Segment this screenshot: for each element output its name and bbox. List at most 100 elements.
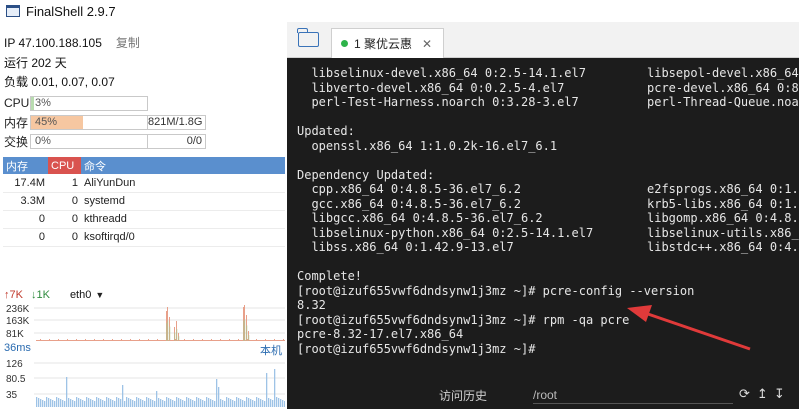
net-upload-bar: [215, 340, 216, 341]
terminal-line-text: gcc.x86_64 0:4.8.5-36.el7_6.2: [297, 196, 521, 211]
close-icon[interactable]: ✕: [422, 37, 432, 51]
latency-bar: [212, 400, 214, 407]
upload-icon[interactable]: ↥: [757, 386, 768, 402]
terminal-line-text-col2: pcre-devel.x86_64 0:8.: [647, 80, 799, 95]
cpu-meter-fill: [31, 96, 35, 110]
net-upload-bar: [57, 340, 58, 341]
latency-bar: [242, 400, 244, 407]
net-upload-bar: [268, 340, 269, 341]
terminal-line-text: [root@izuf655vwf6dndsynw1j3mz ~]# pcre-c…: [297, 283, 695, 298]
net-upload-bar: [224, 340, 225, 341]
latency-bar: [92, 400, 94, 407]
net-upload-bar: [151, 340, 152, 341]
latency-bar: [82, 400, 84, 407]
latency-bar: [270, 399, 272, 407]
net-upload-bar: [196, 340, 197, 341]
latency-bar: [182, 400, 184, 407]
swap-meter-row: 交换 0% 0/0: [4, 133, 206, 149]
net-upload-bar: [177, 340, 178, 341]
net-upload-bar: [123, 340, 124, 341]
load-text: 负载 0.01, 0.07, 0.07: [4, 75, 115, 89]
interface-selector[interactable]: eth0 ▼: [70, 289, 104, 301]
latency-bar: [202, 400, 204, 407]
net-upload-bar: [164, 340, 165, 341]
cpu-label: CPU: [4, 96, 30, 110]
net-upload-bar: [77, 340, 78, 341]
net-ytick: 163K: [6, 316, 30, 327]
terminal-line-text: libgcc.x86_64 0:4.8.5-36.el7_6.2: [297, 211, 543, 225]
latency-bar: [218, 387, 220, 407]
col-cmd-header[interactable]: 命令: [81, 157, 285, 174]
net-upload-bar: [251, 340, 252, 341]
terminal-line: Updated:: [297, 124, 799, 139]
terminal-line-text-col2: libgomp.x86_64 0:4.8.: [647, 211, 799, 225]
net-upload-bar: [236, 340, 237, 341]
net-upload-bar: [181, 340, 182, 341]
net-upload-bar: [199, 340, 200, 341]
net-upload-bar: [281, 340, 282, 341]
latency-bar: [216, 379, 218, 407]
net-upload-bar: [147, 340, 148, 341]
latency-bar: [140, 399, 142, 407]
net-upload-bar: [80, 340, 81, 341]
latency-bar: [158, 398, 160, 407]
latency-bar: [226, 397, 228, 407]
net-upload-bar: [284, 340, 285, 341]
net-upload-bar: [134, 340, 135, 341]
net-upload-bar: [218, 340, 219, 341]
latency-bar: [142, 400, 144, 407]
table-row[interactable]: 3.3M 0 systemd: [3, 192, 285, 211]
net-upload-bar: [105, 340, 106, 341]
net-upload-bar: [213, 340, 214, 341]
mem-meter-row: 内存 45% 821M/1.8G: [4, 114, 206, 130]
latency-bar: [258, 398, 260, 407]
net-upload-bar: [98, 340, 99, 341]
path-input[interactable]: [533, 386, 733, 404]
net-upload-bar: [184, 339, 185, 341]
net-upload-bar: [274, 339, 275, 341]
copy-ip-button[interactable]: 复制: [116, 36, 140, 50]
table-row[interactable]: 0 0 kthreadd: [3, 210, 285, 229]
terminal-line: [root@izuf655vwf6dndsynw1j3mz ~]#: [297, 342, 799, 357]
latency-bar: [76, 397, 78, 407]
net-upload-bar: [106, 340, 107, 341]
net-upload-bar: [120, 340, 121, 341]
terminal-output[interactable]: libselinux-devel.x86_64 0:2.5-14.1.el7 li…: [297, 66, 799, 380]
net-upload-bar: [70, 340, 71, 341]
net-upload-bar: [159, 340, 160, 341]
session-tab[interactable]: 1 聚优云惠 ✕: [331, 28, 444, 58]
latency-bar: [44, 401, 46, 407]
net-upload-bar: [115, 340, 116, 341]
latency-bar: [206, 397, 208, 407]
net-upload-bar: [222, 340, 223, 341]
net-upload-bar: [125, 340, 126, 341]
mem-label: 内存: [4, 115, 29, 130]
latency-bar: [138, 398, 140, 407]
net-upload-bar: [90, 340, 91, 341]
net-upload-bar: [101, 340, 102, 341]
history-button[interactable]: 访问历史: [439, 387, 487, 404]
terminal-toolbar: 访问历史 ⟳ ↥ ↧: [287, 383, 799, 409]
col-cpu-header[interactable]: CPU: [48, 157, 81, 174]
net-upload-bar: [48, 340, 49, 341]
net-upload-bar: [61, 340, 62, 341]
folder-icon[interactable]: [297, 28, 319, 47]
table-row[interactable]: 17.4M 1 AliYunDun: [3, 174, 285, 193]
refresh-icon[interactable]: ⟳: [739, 386, 750, 402]
table-row[interactable]: 0 0 ksoftirqd/0: [3, 228, 285, 247]
latency-bar: [36, 397, 38, 407]
net-upload-bar: [86, 340, 87, 341]
col-mem-header[interactable]: 内存: [3, 157, 48, 174]
latency-bar: [98, 398, 100, 407]
latency-bar: [262, 400, 264, 407]
net-upload-bar: [91, 340, 92, 341]
latency-bar: [192, 400, 194, 407]
download-icon[interactable]: ↧: [774, 386, 785, 402]
uptime-text: 运行 202 天: [4, 56, 67, 70]
net-upload-bar: [216, 340, 217, 341]
net-upload-bar: [71, 340, 72, 341]
net-upload-bar: [152, 340, 153, 341]
latency-bar: [78, 398, 80, 407]
latency-bar: [88, 398, 90, 407]
net-download-bar: [169, 326, 171, 341]
